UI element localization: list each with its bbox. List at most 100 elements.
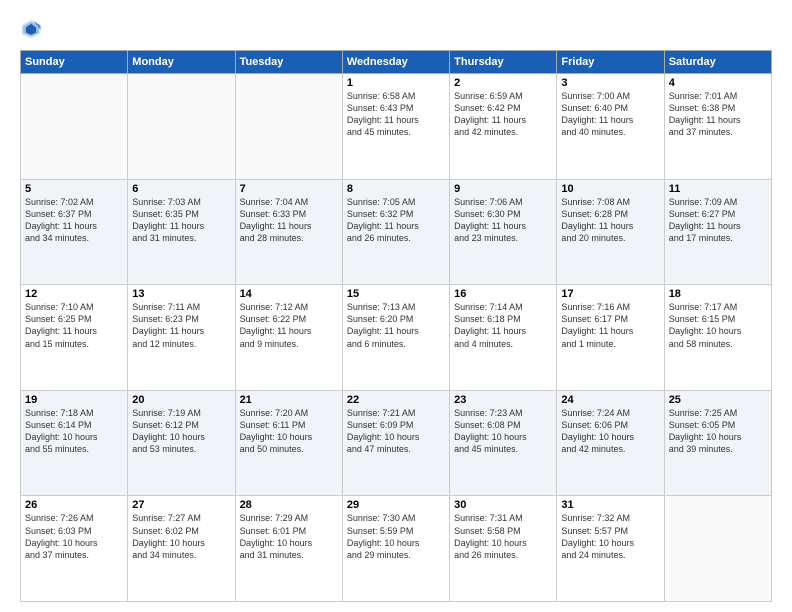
day-number: 21 [240,394,338,406]
day-info: Sunrise: 7:26 AM Sunset: 6:03 PM Dayligh… [25,512,123,561]
calendar-cell [235,74,342,180]
day-number: 4 [669,77,767,89]
day-info: Sunrise: 7:10 AM Sunset: 6:25 PM Dayligh… [25,301,123,350]
day-number: 8 [347,183,445,195]
calendar-cell: 5Sunrise: 7:02 AM Sunset: 6:37 PM Daylig… [21,179,128,285]
col-header-thursday: Thursday [450,51,557,74]
calendar-cell: 23Sunrise: 7:23 AM Sunset: 6:08 PM Dayli… [450,390,557,496]
calendar-cell: 8Sunrise: 7:05 AM Sunset: 6:32 PM Daylig… [342,179,449,285]
day-number: 20 [132,394,230,406]
page: SundayMondayTuesdayWednesdayThursdayFrid… [0,0,792,612]
day-number: 1 [347,77,445,89]
calendar-cell: 11Sunrise: 7:09 AM Sunset: 6:27 PM Dayli… [664,179,771,285]
calendar-cell: 29Sunrise: 7:30 AM Sunset: 5:59 PM Dayli… [342,496,449,602]
day-number: 28 [240,499,338,511]
col-header-monday: Monday [128,51,235,74]
day-info: Sunrise: 6:58 AM Sunset: 6:43 PM Dayligh… [347,90,445,139]
calendar-cell: 15Sunrise: 7:13 AM Sunset: 6:20 PM Dayli… [342,285,449,391]
day-info: Sunrise: 7:09 AM Sunset: 6:27 PM Dayligh… [669,196,767,245]
calendar-cell: 9Sunrise: 7:06 AM Sunset: 6:30 PM Daylig… [450,179,557,285]
day-number: 25 [669,394,767,406]
day-info: Sunrise: 7:04 AM Sunset: 6:33 PM Dayligh… [240,196,338,245]
calendar-cell: 10Sunrise: 7:08 AM Sunset: 6:28 PM Dayli… [557,179,664,285]
day-number: 7 [240,183,338,195]
calendar-cell: 18Sunrise: 7:17 AM Sunset: 6:15 PM Dayli… [664,285,771,391]
day-number: 11 [669,183,767,195]
day-number: 12 [25,288,123,300]
calendar-cell: 4Sunrise: 7:01 AM Sunset: 6:38 PM Daylig… [664,74,771,180]
calendar-cell: 21Sunrise: 7:20 AM Sunset: 6:11 PM Dayli… [235,390,342,496]
day-info: Sunrise: 7:00 AM Sunset: 6:40 PM Dayligh… [561,90,659,139]
day-number: 27 [132,499,230,511]
day-info: Sunrise: 7:24 AM Sunset: 6:06 PM Dayligh… [561,407,659,456]
col-header-sunday: Sunday [21,51,128,74]
day-number: 2 [454,77,552,89]
day-number: 3 [561,77,659,89]
day-number: 15 [347,288,445,300]
day-number: 26 [25,499,123,511]
calendar-cell: 31Sunrise: 7:32 AM Sunset: 5:57 PM Dayli… [557,496,664,602]
calendar-cell: 25Sunrise: 7:25 AM Sunset: 6:05 PM Dayli… [664,390,771,496]
day-number: 22 [347,394,445,406]
day-info: Sunrise: 6:59 AM Sunset: 6:42 PM Dayligh… [454,90,552,139]
day-number: 30 [454,499,552,511]
day-info: Sunrise: 7:18 AM Sunset: 6:14 PM Dayligh… [25,407,123,456]
day-info: Sunrise: 7:31 AM Sunset: 5:58 PM Dayligh… [454,512,552,561]
calendar-cell: 12Sunrise: 7:10 AM Sunset: 6:25 PM Dayli… [21,285,128,391]
calendar-cell [128,74,235,180]
logo [20,18,46,40]
day-info: Sunrise: 7:19 AM Sunset: 6:12 PM Dayligh… [132,407,230,456]
col-header-friday: Friday [557,51,664,74]
day-number: 23 [454,394,552,406]
day-info: Sunrise: 7:16 AM Sunset: 6:17 PM Dayligh… [561,301,659,350]
day-number: 6 [132,183,230,195]
calendar-cell: 3Sunrise: 7:00 AM Sunset: 6:40 PM Daylig… [557,74,664,180]
day-info: Sunrise: 7:30 AM Sunset: 5:59 PM Dayligh… [347,512,445,561]
header [20,18,772,40]
calendar-cell: 7Sunrise: 7:04 AM Sunset: 6:33 PM Daylig… [235,179,342,285]
day-info: Sunrise: 7:17 AM Sunset: 6:15 PM Dayligh… [669,301,767,350]
col-header-wednesday: Wednesday [342,51,449,74]
day-number: 5 [25,183,123,195]
calendar-cell: 27Sunrise: 7:27 AM Sunset: 6:02 PM Dayli… [128,496,235,602]
logo-icon [20,18,42,40]
day-info: Sunrise: 7:11 AM Sunset: 6:23 PM Dayligh… [132,301,230,350]
calendar-cell: 26Sunrise: 7:26 AM Sunset: 6:03 PM Dayli… [21,496,128,602]
day-info: Sunrise: 7:23 AM Sunset: 6:08 PM Dayligh… [454,407,552,456]
day-number: 13 [132,288,230,300]
calendar-cell: 1Sunrise: 6:58 AM Sunset: 6:43 PM Daylig… [342,74,449,180]
day-number: 9 [454,183,552,195]
calendar-table: SundayMondayTuesdayWednesdayThursdayFrid… [20,50,772,602]
day-info: Sunrise: 7:20 AM Sunset: 6:11 PM Dayligh… [240,407,338,456]
day-number: 19 [25,394,123,406]
calendar-cell: 14Sunrise: 7:12 AM Sunset: 6:22 PM Dayli… [235,285,342,391]
day-info: Sunrise: 7:03 AM Sunset: 6:35 PM Dayligh… [132,196,230,245]
day-info: Sunrise: 7:25 AM Sunset: 6:05 PM Dayligh… [669,407,767,456]
day-info: Sunrise: 7:12 AM Sunset: 6:22 PM Dayligh… [240,301,338,350]
calendar-cell: 30Sunrise: 7:31 AM Sunset: 5:58 PM Dayli… [450,496,557,602]
calendar-cell: 2Sunrise: 6:59 AM Sunset: 6:42 PM Daylig… [450,74,557,180]
day-info: Sunrise: 7:27 AM Sunset: 6:02 PM Dayligh… [132,512,230,561]
day-number: 17 [561,288,659,300]
calendar-cell: 6Sunrise: 7:03 AM Sunset: 6:35 PM Daylig… [128,179,235,285]
calendar-cell: 13Sunrise: 7:11 AM Sunset: 6:23 PM Dayli… [128,285,235,391]
calendar-cell: 17Sunrise: 7:16 AM Sunset: 6:17 PM Dayli… [557,285,664,391]
day-number: 10 [561,183,659,195]
day-info: Sunrise: 7:05 AM Sunset: 6:32 PM Dayligh… [347,196,445,245]
day-info: Sunrise: 7:02 AM Sunset: 6:37 PM Dayligh… [25,196,123,245]
day-number: 14 [240,288,338,300]
day-number: 18 [669,288,767,300]
day-number: 16 [454,288,552,300]
calendar-cell: 22Sunrise: 7:21 AM Sunset: 6:09 PM Dayli… [342,390,449,496]
day-info: Sunrise: 7:32 AM Sunset: 5:57 PM Dayligh… [561,512,659,561]
calendar-cell [21,74,128,180]
calendar-cell: 20Sunrise: 7:19 AM Sunset: 6:12 PM Dayli… [128,390,235,496]
day-info: Sunrise: 7:01 AM Sunset: 6:38 PM Dayligh… [669,90,767,139]
calendar-cell: 28Sunrise: 7:29 AM Sunset: 6:01 PM Dayli… [235,496,342,602]
day-info: Sunrise: 7:29 AM Sunset: 6:01 PM Dayligh… [240,512,338,561]
col-header-tuesday: Tuesday [235,51,342,74]
day-info: Sunrise: 7:21 AM Sunset: 6:09 PM Dayligh… [347,407,445,456]
day-info: Sunrise: 7:14 AM Sunset: 6:18 PM Dayligh… [454,301,552,350]
day-number: 29 [347,499,445,511]
day-number: 24 [561,394,659,406]
